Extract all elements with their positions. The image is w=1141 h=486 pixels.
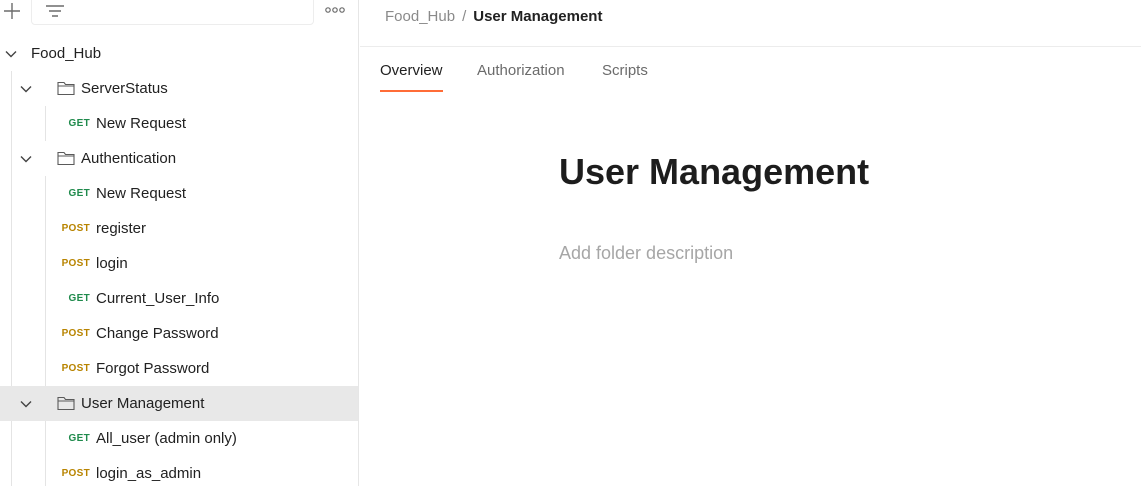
chevron-down-icon[interactable] [19,82,33,96]
request-label: Current_User_Info [96,290,220,307]
request-label: All_user (admin only) [96,430,237,447]
collection-tree: Food_Hub ServerStatus GET New Request Au… [0,36,358,486]
tree-request[interactable]: GET New Request [0,176,358,211]
breadcrumb-separator: / [462,8,467,25]
request-label: New Request [96,115,187,132]
tree-folder-authentication[interactable]: Authentication [0,141,358,176]
tree-folder-user-management[interactable]: User Management [0,386,358,421]
tree-request[interactable]: GET Current_User_Info [0,281,358,316]
breadcrumb: Food_Hub / User Management [385,8,602,26]
tree-request[interactable]: POST Change Password [0,316,358,351]
request-label: New Request [96,185,187,202]
chevron-down-icon[interactable] [19,397,33,411]
main-panel: Food_Hub / User Management Overview Author… [360,0,1141,486]
method-badge: POST [61,468,90,479]
request-label: login_as_admin [96,465,202,482]
method-badge: GET [68,118,90,129]
request-label: Change Password [96,325,219,342]
method-badge: POST [61,223,90,234]
tree-request[interactable]: GET New Request [0,106,358,141]
method-badge: GET [68,433,90,444]
sidebar-search-box[interactable] [31,0,314,25]
tree-request[interactable]: POST login [0,246,358,281]
method-badge: POST [61,363,90,374]
request-label: register [96,220,147,237]
tree-request[interactable]: POST Forgot Password [0,351,358,386]
folder-icon [57,396,75,411]
tab-scripts[interactable]: Scripts [602,62,648,92]
method-badge: POST [61,258,90,269]
request-label: Forgot Password [96,360,210,377]
sidebar: Food_Hub ServerStatus GET New Request Au… [0,0,359,486]
folder-label: ServerStatus [81,80,168,97]
method-badge: GET [68,188,90,199]
collection-name: Food_Hub [31,45,102,62]
folder-icon [57,81,75,96]
tree-collection-food-hub[interactable]: Food_Hub [0,36,358,71]
header-divider [360,46,1141,47]
tab-overview[interactable]: Overview [380,62,443,92]
filter-icon[interactable] [45,2,65,18]
chevron-down-icon[interactable] [4,47,18,61]
method-badge: POST [61,328,90,339]
folder-icon [57,151,75,166]
folder-description-field[interactable]: Add folder description [559,242,733,264]
breadcrumb-collection-link[interactable]: Food_Hub [385,8,455,25]
breadcrumb-current[interactable]: User Management [473,8,602,25]
tree-request[interactable]: POST register [0,211,358,246]
tab-authorization[interactable]: Authorization [477,62,565,92]
tree-folder-serverstatus[interactable]: ServerStatus [0,71,358,106]
chevron-down-icon[interactable] [19,152,33,166]
folder-label: Authentication [81,150,177,167]
page-title[interactable]: User Management [559,150,869,194]
tree-request[interactable]: GET All_user (admin only) [0,421,358,456]
folder-label: User Management [81,395,205,412]
more-horizontal-icon[interactable] [324,3,346,17]
tree-request[interactable]: POST login_as_admin [0,456,358,486]
plus-icon[interactable] [2,1,22,21]
sidebar-toolbar [0,0,358,26]
request-label: login [96,255,128,272]
method-badge: GET [68,293,90,304]
